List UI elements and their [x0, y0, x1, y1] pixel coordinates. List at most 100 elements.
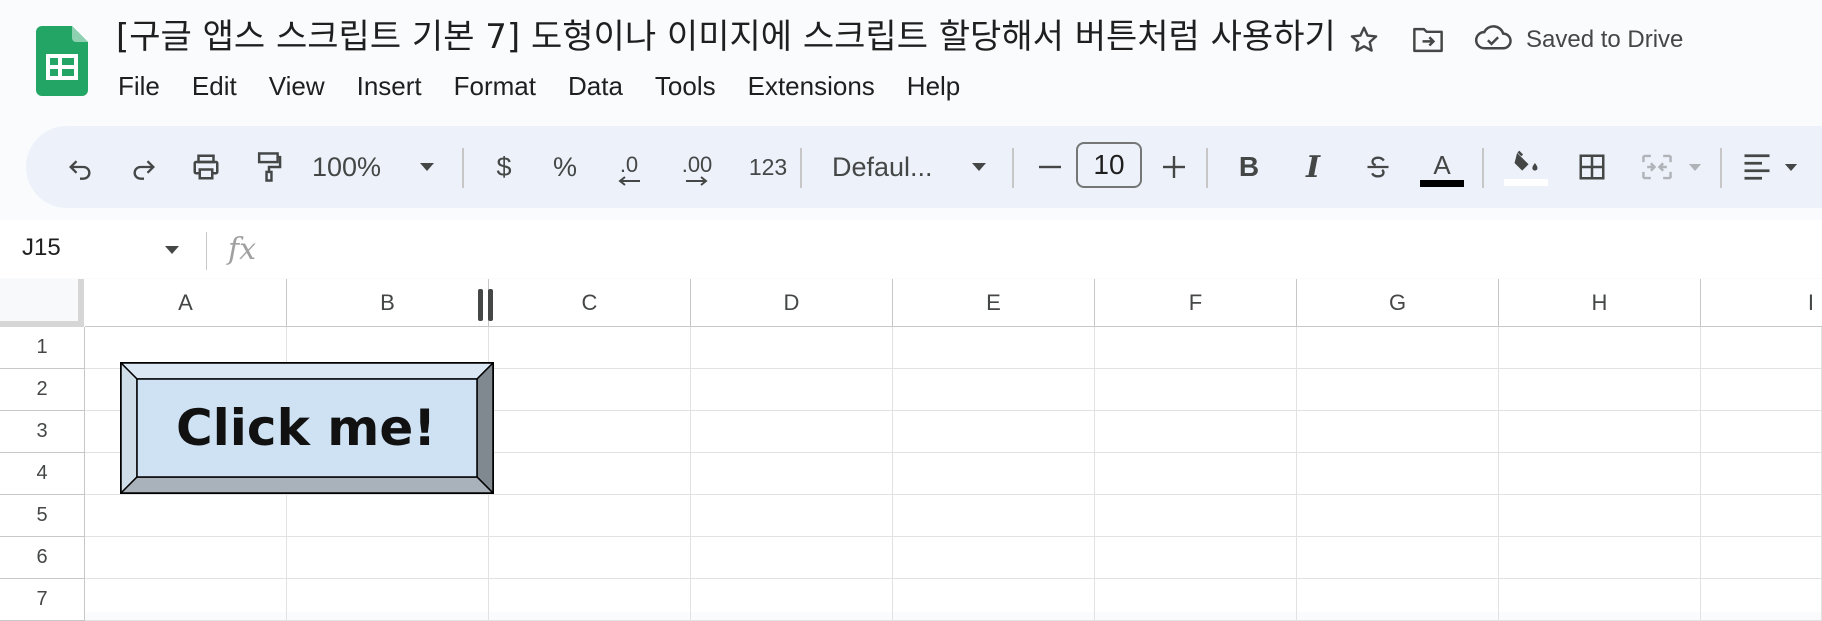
cell[interactable] [1701, 327, 1822, 369]
cell[interactable] [1297, 495, 1499, 537]
cell[interactable] [1701, 453, 1822, 495]
saved-status[interactable]: Saved to Drive [1474, 22, 1683, 58]
cell[interactable] [893, 327, 1095, 369]
cell[interactable] [489, 369, 691, 411]
menu-view[interactable]: View [253, 66, 341, 106]
cell[interactable] [1297, 579, 1499, 621]
bold-button[interactable]: B [1224, 126, 1274, 208]
cell[interactable] [1095, 537, 1297, 579]
cell[interactable] [893, 537, 1095, 579]
strikethrough-icon[interactable] [1352, 126, 1404, 208]
row-header-4[interactable]: 4 [0, 453, 85, 495]
redo-icon[interactable] [118, 126, 170, 208]
cell[interactable] [489, 453, 691, 495]
cell[interactable] [489, 579, 691, 621]
merge-dropdown-icon[interactable] [1682, 126, 1708, 208]
cell[interactable] [1701, 537, 1822, 579]
cell[interactable] [489, 327, 691, 369]
cell[interactable] [893, 369, 1095, 411]
cell[interactable] [1701, 579, 1822, 621]
column-header-h[interactable]: H [1499, 279, 1701, 327]
undo-icon[interactable] [54, 126, 106, 208]
cell[interactable] [1297, 369, 1499, 411]
menu-data[interactable]: Data [552, 66, 639, 106]
fill-color-button[interactable] [1500, 126, 1552, 208]
cell[interactable] [1701, 411, 1822, 453]
cell[interactable] [691, 327, 893, 369]
column-header-i[interactable]: I [1701, 279, 1822, 327]
font-family-select[interactable]: Defaul... [832, 126, 962, 208]
increase-decimal-button[interactable]: .00 [668, 126, 726, 208]
borders-icon[interactable] [1566, 126, 1618, 208]
column-header-c[interactable]: C [489, 279, 691, 327]
cell[interactable] [893, 411, 1095, 453]
cell[interactable] [85, 579, 287, 621]
horizontal-align-icon[interactable] [1734, 126, 1780, 208]
cell[interactable] [691, 495, 893, 537]
cell[interactable] [489, 495, 691, 537]
column-header-b[interactable]: B [287, 279, 489, 327]
column-header-g[interactable]: G [1297, 279, 1499, 327]
cell[interactable] [1095, 579, 1297, 621]
text-color-button[interactable]: A [1416, 126, 1468, 208]
star-icon[interactable] [1346, 22, 1382, 58]
column-header-e[interactable]: E [893, 279, 1095, 327]
cell[interactable] [691, 537, 893, 579]
cell[interactable] [691, 579, 893, 621]
name-box-dropdown-icon[interactable] [164, 242, 180, 260]
menu-format[interactable]: Format [438, 66, 552, 106]
move-to-folder-icon[interactable] [1410, 22, 1446, 58]
cell[interactable] [1701, 495, 1822, 537]
cell[interactable] [85, 495, 287, 537]
cell[interactable] [1701, 369, 1822, 411]
italic-button[interactable]: I [1288, 126, 1338, 208]
row-header-6[interactable]: 6 [0, 537, 85, 579]
font-family-dropdown-icon[interactable] [964, 126, 994, 208]
cell[interactable] [691, 369, 893, 411]
cell[interactable] [287, 537, 489, 579]
row-header-3[interactable]: 3 [0, 411, 85, 453]
cell[interactable] [489, 537, 691, 579]
menu-file[interactable]: File [102, 66, 176, 106]
document-title[interactable]: [구글 앱스 스크립트 기본 7] 도형이나 이미지에 스크립트 할당해서 버튼… [116, 14, 1336, 60]
cell[interactable] [1095, 369, 1297, 411]
cell[interactable] [1499, 579, 1701, 621]
menu-insert[interactable]: Insert [341, 66, 438, 106]
cell[interactable] [1499, 369, 1701, 411]
cell[interactable] [1499, 537, 1701, 579]
row-header-1[interactable]: 1 [0, 327, 85, 369]
cell[interactable] [1095, 327, 1297, 369]
cell[interactable] [1297, 453, 1499, 495]
row-header-7[interactable]: 7 [0, 579, 85, 621]
cell[interactable] [1095, 495, 1297, 537]
sheets-logo-icon[interactable] [36, 26, 88, 96]
cell[interactable] [691, 453, 893, 495]
cell[interactable] [1095, 411, 1297, 453]
print-icon[interactable] [180, 126, 232, 208]
number-format-button[interactable]: 123 [738, 126, 798, 208]
cell[interactable] [1095, 453, 1297, 495]
percent-format-button[interactable]: % [542, 126, 588, 208]
decrease-decimal-button[interactable]: .0 [604, 126, 654, 208]
cell[interactable] [1297, 411, 1499, 453]
cell[interactable] [1297, 327, 1499, 369]
increase-font-size-icon[interactable] [1154, 126, 1194, 208]
cell[interactable] [1499, 495, 1701, 537]
decrease-font-size-icon[interactable] [1030, 126, 1070, 208]
select-all-corner[interactable] [0, 279, 84, 327]
cell[interactable] [893, 579, 1095, 621]
row-header-5[interactable]: 5 [0, 495, 85, 537]
zoom-select[interactable]: 100% [312, 126, 392, 208]
align-dropdown-icon[interactable] [1778, 126, 1804, 208]
menu-tools[interactable]: Tools [639, 66, 732, 106]
cell[interactable] [287, 495, 489, 537]
name-box[interactable]: J15 [22, 234, 61, 262]
zoom-dropdown-icon[interactable] [412, 126, 442, 208]
cell[interactable] [1499, 453, 1701, 495]
cell[interactable] [489, 411, 691, 453]
currency-format-button[interactable]: $ [482, 126, 526, 208]
menu-extensions[interactable]: Extensions [732, 66, 891, 106]
cell[interactable] [691, 411, 893, 453]
cell[interactable] [893, 453, 1095, 495]
cell[interactable] [1499, 327, 1701, 369]
